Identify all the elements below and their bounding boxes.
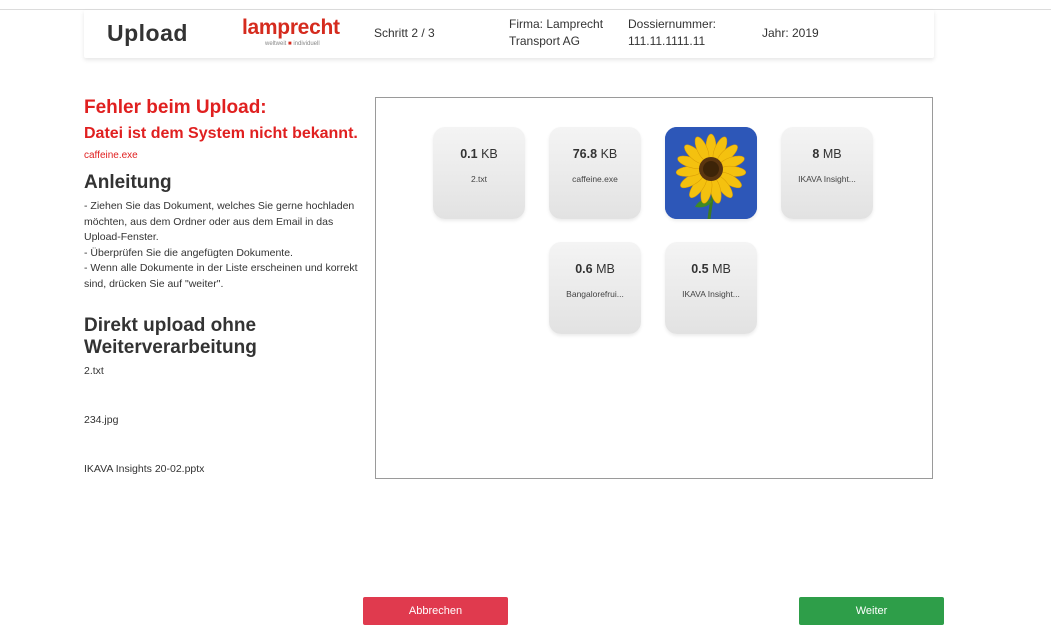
file-size-value: 0.1 <box>460 147 478 161</box>
file-tile[interactable]: 76.8 KB caffeine.exe <box>549 127 641 219</box>
company-line-1: Firma: Lamprecht <box>509 17 604 31</box>
instructions-text: - Ziehen Sie das Dokument, welches Sie g… <box>84 199 369 293</box>
file-name: caffeine.exe <box>572 174 618 184</box>
instructions-heading: Anleitung <box>84 172 172 193</box>
file-size-unit: KB <box>481 147 498 161</box>
direct-upload-heading: Direkt upload ohne Weiterverarbeitung <box>84 314 257 358</box>
logo-tagline: weltweit ■ individuell <box>265 41 320 47</box>
year-info: Jahr: 2019 <box>762 26 819 40</box>
file-name: IKAVA Insight... <box>682 289 740 299</box>
file-size-value: 76.8 <box>572 147 598 161</box>
instruction-line: - Wenn alle Dokumente in der Liste ersch… <box>84 262 358 290</box>
file-name: IKAVA Insight... <box>798 174 856 184</box>
file-name: Bangalorefrui... <box>566 289 624 299</box>
file-size-unit: MB <box>822 147 842 161</box>
logo-tag-separator: ■ <box>288 41 292 47</box>
direct-upload-file: 234.jpg <box>84 413 119 426</box>
next-button[interactable]: Weiter <box>799 597 944 625</box>
file-size-value: 0.5 <box>691 262 709 276</box>
image-preview-tile[interactable] <box>665 127 757 219</box>
file-tile[interactable]: 0.5 MB IKAVA Insight... <box>665 242 757 334</box>
error-heading: Fehler beim Upload: <box>84 97 267 118</box>
file-size: 0.1 KB <box>433 147 525 161</box>
header-bar: Upload lamprecht weltweit ■ individuell … <box>84 10 934 58</box>
file-size: 8 MB <box>781 147 873 161</box>
company-info: Firma: Lamprecht Transport AG <box>509 16 603 50</box>
dossier-number: 111.11.1111.11 <box>628 34 706 48</box>
dossier-info: Dossiernummer: 111.11.1111.11 <box>628 16 716 50</box>
direct-upload-file: IKAVA Insights 20-02.pptx <box>84 462 205 475</box>
page-title: Upload <box>107 20 188 46</box>
file-name: 2.txt <box>470 174 488 184</box>
file-tile[interactable]: 0.1 KB 2.txt <box>433 127 525 219</box>
error-message: Datei ist dem System nicht bekannt. <box>84 125 358 142</box>
dossier-label: Dossiernummer: <box>628 17 717 31</box>
lamprecht-logo: lamprecht weltweit ■ individuell <box>242 16 352 56</box>
file-size-unit: MB <box>712 262 731 276</box>
file-size: 0.5 MB <box>665 262 757 276</box>
file-size-value: 8 <box>812 147 820 161</box>
left-panel: Fehler beim Upload: Datei ist dem System… <box>84 96 369 512</box>
logo-tag-right: individuell <box>293 41 320 47</box>
cancel-button[interactable]: Abbrechen <box>363 597 508 625</box>
logo-tag-left: weltweit <box>265 41 287 47</box>
logo-wordmark: lamprecht <box>242 16 340 39</box>
step-indicator: Schritt 2 / 3 <box>374 26 435 40</box>
file-size: 0.6 MB <box>549 262 641 276</box>
file-size-value: 0.6 <box>575 262 593 276</box>
file-tile[interactable]: 0.6 MB Bangalorefrui... <box>549 242 641 334</box>
file-size: 76.8 KB <box>549 147 641 161</box>
file-tile[interactable]: 8 MB IKAVA Insight... <box>781 127 873 219</box>
file-size-unit: MB <box>596 262 615 276</box>
company-line-2: Transport AG <box>509 34 580 48</box>
instruction-line: - Überprüfen Sie die angefügten Dokument… <box>84 246 293 259</box>
upload-dropzone[interactable]: 0.1 KB 2.txt 76.8 KB caffeine.exe 8 MB I… <box>375 97 933 479</box>
direct-upload-file: 2.txt <box>84 364 104 377</box>
file-size-unit: KB <box>600 147 618 161</box>
sunflower-image <box>665 127 757 219</box>
instruction-line: - Ziehen Sie das Dokument, welches Sie g… <box>84 200 355 244</box>
error-file: caffeine.exe <box>84 150 138 161</box>
